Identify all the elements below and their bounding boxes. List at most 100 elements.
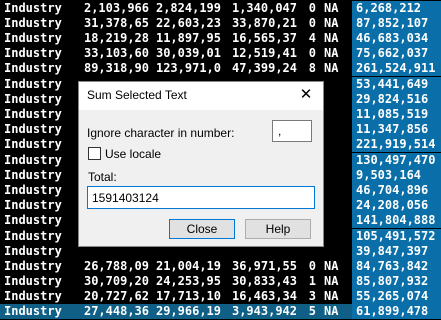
cell-value: 31,378,65 — [83, 16, 149, 30]
table-row[interactable]: Industry 2,103,966 2,824,199 1,340,047 0 NA 6,… — [0, 1, 441, 16]
cell-selected: 9,503,164 — [352, 168, 441, 183]
cell-selected: 29,824,516 — [352, 92, 441, 107]
cell-value: 2,103,966 — [83, 1, 149, 15]
row-label: Industry — [4, 183, 62, 197]
cell-value: 26,788,09 — [83, 259, 149, 273]
row-label: Industry — [4, 304, 62, 318]
cell-value: 24,253,95 — [155, 274, 221, 288]
cell-value: 0 — [308, 46, 316, 60]
cell-value: 3 — [308, 289, 316, 303]
total-field[interactable] — [87, 186, 315, 209]
table-row[interactable]: Industry 30,709,20 24,253,95 30,833,43 1 NA 85… — [0, 274, 441, 289]
cell-value: 30,709,20 — [83, 274, 149, 288]
row-label: Industry — [4, 137, 62, 151]
table-row[interactable]: Industry 33,103,60 30,039,01 12,519,41 0 NA 75… — [0, 46, 441, 61]
ignore-character-input[interactable] — [272, 120, 312, 142]
cell-na: NA — [324, 289, 339, 303]
cell-selected: 46,704,896 — [352, 183, 441, 198]
cell-value: 1 — [308, 274, 316, 288]
cell-selected: 141,804,888 — [352, 213, 441, 228]
cell-selected: 130,497,470 — [352, 153, 441, 168]
row-label: Industry — [4, 61, 62, 75]
dialog-titlebar[interactable]: Sum Selected Text ✕ — [79, 82, 323, 110]
help-button[interactable]: Help — [245, 219, 311, 239]
cell-selected: 84,763,842 — [352, 259, 441, 274]
row-label: Industry — [4, 244, 62, 258]
close-button[interactable]: Close — [169, 219, 235, 239]
row-label: Industry — [4, 229, 62, 243]
ignore-character-label: Ignore character in number: — [87, 126, 235, 140]
cell-value: 33,870,21 — [231, 16, 297, 30]
cell-value: 16,463,34 — [231, 289, 297, 303]
table-row[interactable]: Industry 89,318,90 123,971,0 47,399,24 8 NA 26… — [0, 61, 441, 76]
cell-na: NA — [324, 16, 339, 30]
row-label: Industry — [4, 274, 62, 288]
cell-value: 8 — [308, 61, 316, 75]
row-label: Industry — [4, 107, 62, 121]
table-row[interactable]: Industry 20,727,62 17,713,10 16,463,34 3 NA 55… — [0, 289, 441, 304]
cell-value: 0 — [308, 259, 316, 273]
cell-selected: 85,807,932 — [352, 274, 441, 289]
total-label: Total: — [88, 170, 117, 184]
cell-value: 123,971,0 — [155, 61, 221, 75]
row-label: Industry — [4, 46, 62, 60]
row-label: Industry — [4, 16, 62, 30]
row-label: Industry — [4, 213, 62, 227]
table-row[interactable]: Industry 31,378,65 22,603,23 33,870,21 0 NA 87… — [0, 16, 441, 31]
dialog-title: Sum Selected Text — [87, 88, 187, 102]
cell-value: 4 — [308, 31, 316, 45]
cell-value: 12,519,41 — [231, 46, 297, 60]
cell-selected: 11,347,856 — [352, 122, 441, 137]
cell-selected: 46,683,034 — [352, 31, 441, 46]
cell-value: 17,713,10 — [155, 289, 221, 303]
cell-value: 47,399,24 — [231, 61, 297, 75]
cell-na: NA — [324, 1, 339, 15]
cell-value: 0 — [308, 16, 316, 30]
row-label: Industry — [4, 259, 62, 273]
table-row[interactable]: Industry 18,219,28 11,897,95 16,565,37 4 NA 46… — [0, 31, 441, 46]
cell-value: 89,318,90 — [83, 61, 149, 75]
table-row[interactable]: Industry 26,788,09 21,004,19 36,971,55 0 NA 84… — [0, 259, 441, 274]
cell-value: 1,340,047 — [231, 1, 297, 15]
cell-na: NA — [324, 31, 339, 45]
cell-selected: 61,899,478 — [352, 304, 441, 319]
cell-selected: 105,491,572 — [352, 229, 441, 244]
cell-value: 27,448,36 — [83, 304, 149, 318]
cell-value: 30,039,01 — [155, 46, 221, 60]
cell-value: 29,966,19 — [155, 304, 221, 318]
cell-selected: 221,919,514 — [352, 137, 441, 152]
row-label: Industry — [4, 198, 62, 212]
cell-value: 0 — [308, 1, 316, 15]
cell-value: 36,971,55 — [231, 259, 297, 273]
cell-na: NA — [324, 61, 339, 75]
cell-value: 22,603,23 — [155, 16, 221, 30]
cell-na: NA — [324, 46, 339, 60]
cell-value: 2,824,199 — [155, 1, 221, 15]
cell-value: 11,897,95 — [155, 31, 221, 45]
cell-selected: 11,085,519 — [352, 107, 441, 122]
cell-selected: 39,847,397 — [352, 244, 441, 259]
cell-value: 18,219,28 — [83, 31, 149, 45]
row-label: Industry — [4, 289, 62, 303]
cell-na: NA — [324, 259, 339, 273]
cell-value: 33,103,60 — [83, 46, 149, 60]
row-label: Industry — [4, 153, 62, 167]
use-locale-checkbox[interactable] — [88, 147, 101, 160]
cell-value: 20,727,62 — [83, 289, 149, 303]
table-row[interactable]: Industry 27,448,36 29,966,19 3,943,942 5 NA 61… — [0, 304, 441, 319]
cell-value: 30,833,43 — [231, 274, 297, 288]
cell-selected: 261,524,911 — [352, 61, 441, 76]
cell-na: NA — [324, 304, 339, 318]
cell-selected: 87,852,107 — [352, 16, 441, 31]
cell-value: 5 — [308, 304, 316, 318]
cell-value: 3,943,942 — [231, 304, 297, 318]
sum-selected-text-dialog: Sum Selected Text ✕ Ignore character in … — [78, 81, 324, 247]
cell-value: 21,004,19 — [155, 259, 221, 273]
row-label: Industry — [4, 122, 62, 136]
cell-selected: 6,268,212 — [352, 1, 441, 16]
cell-na: NA — [324, 274, 339, 288]
row-label: Industry — [4, 77, 62, 91]
use-locale-label[interactable]: Use locale — [105, 147, 161, 161]
row-label: Industry — [4, 92, 62, 106]
close-icon[interactable]: ✕ — [293, 84, 319, 106]
